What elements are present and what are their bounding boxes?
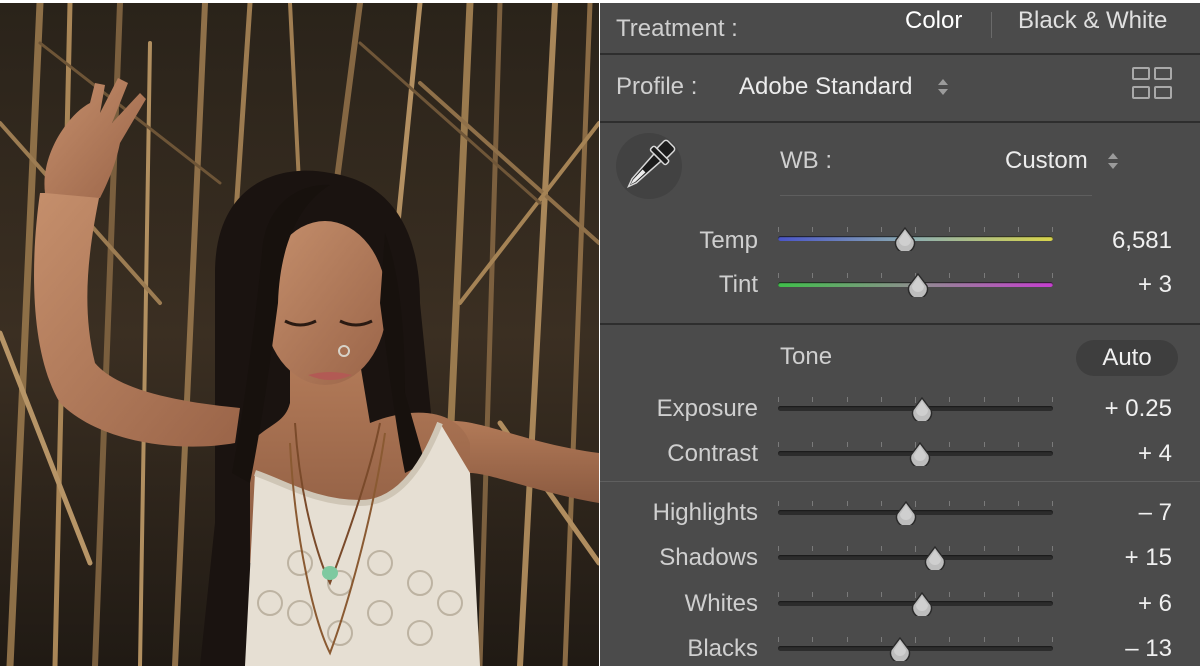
blacks-value[interactable]: – 13 [1070, 635, 1172, 663]
slider-thumb[interactable] [909, 442, 931, 466]
whites-label: Whites [684, 590, 758, 617]
slider-ticks [778, 637, 1053, 643]
tint-label: Tint [718, 271, 758, 298]
contrast-slider[interactable] [778, 442, 1053, 466]
slider-thumb[interactable] [894, 227, 916, 251]
highlights-value[interactable]: – 7 [1070, 499, 1172, 527]
wb-underline [780, 195, 1092, 196]
eyedropper-icon[interactable] [616, 133, 682, 199]
temp-slider[interactable] [778, 227, 1053, 251]
section-divider [600, 121, 1200, 123]
slider-ticks [778, 227, 1053, 233]
whites-slider[interactable] [778, 592, 1053, 616]
slider-thumb[interactable] [907, 273, 929, 297]
profile-updown-icon[interactable] [938, 78, 948, 96]
slider-track [778, 646, 1053, 651]
section-divider [600, 481, 1200, 482]
shadows-slider[interactable] [778, 546, 1053, 570]
photo-preview [0, 3, 599, 666]
treatment-bw-option[interactable]: Black & White [1018, 7, 1167, 35]
treatment-color-option[interactable]: Color [905, 7, 962, 35]
treatment-label: Treatment : [616, 15, 738, 42]
profile-label: Profile : [616, 73, 698, 100]
develop-panel: Treatment : Color Black & White Profile … [600, 3, 1200, 666]
slider-ticks [778, 546, 1053, 552]
tint-value[interactable]: + 3 [1070, 271, 1172, 299]
exposure-value[interactable]: + 0.25 [1070, 395, 1172, 423]
shadows-label: Shadows [659, 544, 758, 571]
grid-icon[interactable] [1132, 67, 1174, 101]
auto-tone-button[interactable]: Auto [1076, 340, 1178, 376]
slider-track [778, 236, 1053, 241]
slider-thumb[interactable] [895, 501, 917, 525]
highlights-label: Highlights [652, 499, 758, 526]
treatment-divider [991, 12, 992, 38]
highlights-slider[interactable] [778, 501, 1053, 525]
photo-image [0, 3, 599, 666]
wb-select[interactable]: Custom [1005, 147, 1088, 175]
slider-thumb[interactable] [924, 546, 946, 570]
shadows-value[interactable]: + 15 [1070, 544, 1172, 572]
exposure-slider[interactable] [778, 397, 1053, 421]
temp-label: Temp [699, 227, 758, 254]
section-divider [600, 323, 1200, 325]
blacks-label: Blacks [687, 635, 758, 662]
section-divider [600, 53, 1200, 55]
contrast-label: Contrast [667, 440, 758, 467]
wb-label: WB : [780, 147, 832, 174]
contrast-value[interactable]: + 4 [1070, 440, 1172, 468]
slider-thumb[interactable] [889, 637, 911, 661]
tint-slider[interactable] [778, 273, 1053, 297]
slider-track [778, 555, 1053, 560]
profile-select[interactable]: Adobe Standard [739, 73, 912, 101]
slider-thumb[interactable] [911, 397, 933, 421]
tone-label: Tone [780, 343, 833, 370]
slider-thumb[interactable] [911, 592, 933, 616]
wb-updown-icon[interactable] [1108, 152, 1118, 170]
temp-value[interactable]: 6,581 [1070, 227, 1172, 255]
exposure-label: Exposure [656, 395, 758, 422]
whites-value[interactable]: + 6 [1070, 590, 1172, 618]
blacks-slider[interactable] [778, 637, 1053, 661]
